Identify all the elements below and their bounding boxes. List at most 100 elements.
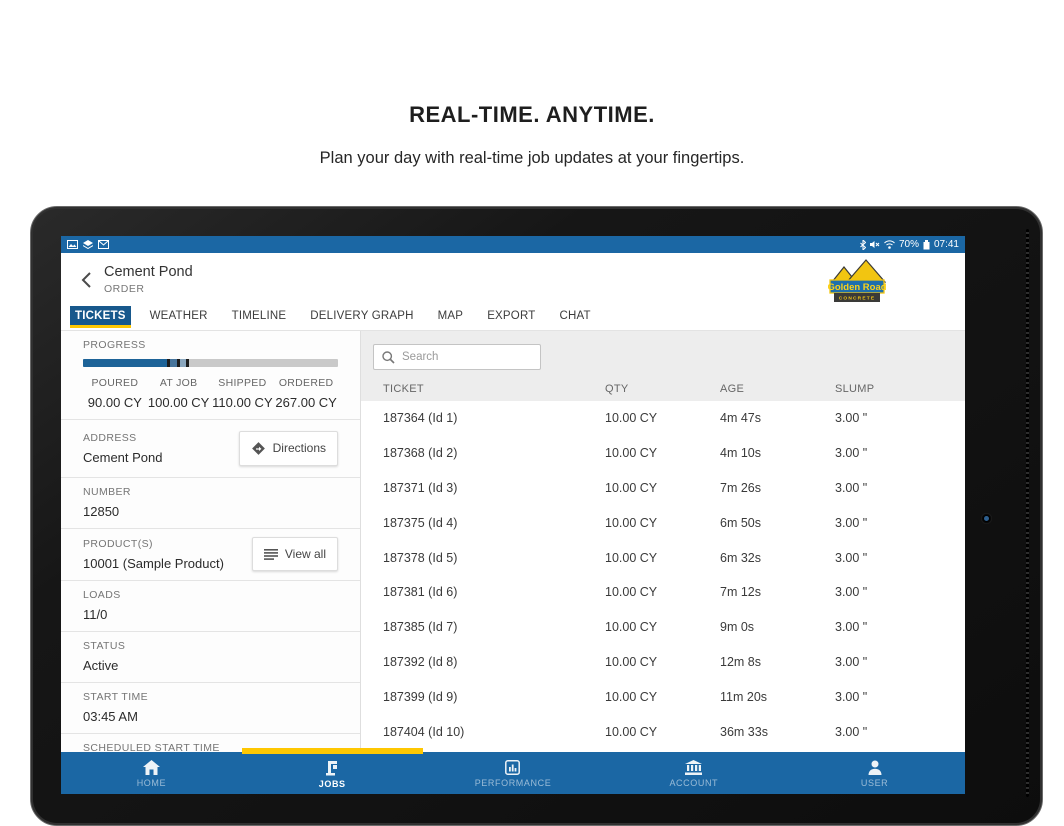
ticket-age: 11m 20s [720, 689, 768, 704]
ticket-slump: 3.00 " [835, 550, 868, 565]
col-header-slump: SLUMP [835, 382, 875, 395]
ticket-id: 187381 (Id 6) [383, 585, 458, 600]
start-time-section: START TIME 03:45 AM [61, 683, 360, 734]
nav-item-performance[interactable]: PERFORMANCE [423, 752, 604, 794]
progress-stat: POURED 90.00 CY [87, 377, 142, 410]
number-value: 12850 [83, 504, 120, 519]
app-screen: 70% 07:41 Cement Pond ORDER Golden Road … [61, 236, 965, 794]
progress-poured-segment [83, 359, 169, 367]
search-box[interactable] [373, 344, 541, 370]
progress-stat: AT JOB 100.00 CY [147, 377, 210, 410]
ticket-age: 7m 26s [720, 480, 761, 495]
ticket-age: 4m 47s [720, 411, 761, 426]
hero-subtitle: Plan your day with real-time job updates… [319, 149, 745, 167]
ticket-age: 6m 50s [720, 515, 761, 530]
col-header-qty: QTY [605, 382, 629, 395]
tab[interactable]: WEATHER [145, 306, 213, 328]
status-label: STATUS [83, 640, 126, 652]
tab[interactable]: TICKETS [70, 306, 131, 328]
ticket-age: 36m 33s [720, 724, 768, 739]
loads-section: LOADS 11/0 [61, 581, 360, 632]
ticket-row[interactable]: 187378 (Id 5) 10.00 CY 6m 32s 3.00 " [361, 540, 965, 575]
ticket-row[interactable]: 187368 (Id 2) 10.00 CY 4m 10s 3.00 " [361, 435, 965, 471]
ticket-age: 9m 0s [720, 620, 755, 635]
search-input[interactable] [402, 351, 512, 363]
ticket-row[interactable]: 187399 (Id 9) 10.00 CY 11m 20s 3.00 " [361, 679, 965, 715]
status-bar-right: 70% 07:41 [860, 239, 959, 250]
ticket-slump: 3.00 " [835, 411, 868, 426]
tablet-frame: 70% 07:41 Cement Pond ORDER Golden Road … [30, 206, 1043, 826]
products-label: PRODUCT(S) [83, 537, 153, 550]
ticket-id: 187399 (Id 9) [383, 689, 458, 704]
back-button[interactable] [75, 267, 97, 293]
tab[interactable]: EXPORT [482, 306, 540, 328]
order-title: Cement Pond [104, 264, 193, 280]
ticket-qty: 10.00 CY [605, 446, 658, 461]
ticket-qty: 10.00 CY [605, 411, 658, 426]
ticket-id: 187368 (Id 2) [383, 446, 458, 461]
ticket-row[interactable]: 187364 (Id 1) 10.00 CY 4m 47s 3.00 " [361, 401, 965, 436]
ticket-id: 187375 (Id 4) [383, 515, 458, 530]
ticket-row[interactable]: 187392 (Id 8) 10.00 CY 12m 8s 3.00 " [361, 644, 965, 680]
content-area: PROGRESS POURED 90.00 CY AT JOB 100.00 C… [61, 330, 965, 752]
status-section: STATUS Active [61, 632, 360, 683]
ticket-slump: 3.00 " [835, 585, 868, 600]
app-header: Cement Pond ORDER Golden Road CONCRETE [61, 253, 965, 306]
bank-icon [685, 760, 703, 775]
tablet-camera [981, 513, 992, 524]
products-section: PRODUCT(S) 10001 (Sample Product) View a… [61, 529, 360, 581]
directions-button[interactable]: Directions [238, 430, 338, 466]
ticket-id: 187392 (Id 8) [383, 654, 458, 669]
ticket-slump: 3.00 " [835, 654, 868, 669]
ticket-slump: 3.00 " [835, 724, 868, 739]
ticket-row[interactable]: 187371 (Id 3) 10.00 CY 7m 26s 3.00 " [361, 470, 965, 506]
ticket-slump: 3.00 " [835, 689, 868, 704]
tickets-toolbar [361, 331, 965, 376]
loads-value: 11/0 [83, 607, 108, 622]
order-details-panel: PROGRESS POURED 90.00 CY AT JOB 100.00 C… [61, 331, 361, 752]
tab[interactable]: TIMELINE [227, 306, 292, 328]
ticket-row[interactable]: 187385 (Id 7) 10.00 CY 9m 0s 3.00 " [361, 609, 965, 645]
nav-item-user[interactable]: USER [784, 752, 965, 794]
status-bar-left [67, 240, 109, 249]
ticket-qty: 10.00 CY [605, 654, 658, 669]
start-time-value: 03:45 AM [83, 709, 138, 724]
nav-item-jobs[interactable]: JOBS [241, 748, 423, 794]
progress-stats: POURED 90.00 CY AT JOB 100.00 CY SHIPPED… [83, 377, 338, 410]
wifi-icon [884, 240, 895, 249]
ticket-age: 4m 10s [720, 446, 761, 461]
ticket-id: 187378 (Id 5) [383, 550, 458, 565]
nav-item-home[interactable]: HOME [61, 752, 242, 794]
tab[interactable]: DELIVERY GRAPH [305, 306, 418, 328]
ticket-row[interactable]: 187375 (Id 4) 10.00 CY 6m 50s 3.00 " [361, 505, 965, 541]
ticket-qty: 10.00 CY [605, 550, 658, 565]
address-section: ADDRESS Cement Pond Directions [61, 420, 360, 478]
bluetooth-icon [860, 239, 866, 250]
svg-text:CONCRETE: CONCRETE [839, 296, 876, 302]
ticket-row[interactable]: 187381 (Id 6) 10.00 CY 7m 12s 3.00 " [361, 574, 965, 610]
ticket-qty: 10.00 CY [605, 620, 658, 635]
ticket-age: 6m 32s [720, 550, 761, 565]
tab[interactable]: CHAT [554, 306, 595, 328]
view-all-button[interactable]: View all [251, 537, 338, 571]
hero-title: REAL-TIME. ANYTIME. [409, 102, 655, 127]
progress-tick-shipped [186, 359, 190, 367]
tickets-panel: TICKET QTY AGE SLUMP 187364 (Id 1) 10.00… [361, 331, 965, 752]
tab[interactable]: MAP [433, 306, 469, 328]
golden-road-logo: Golden Road CONCRETE [827, 258, 887, 308]
nav-item-account[interactable]: ACCOUNT [603, 752, 784, 794]
jobs-signpost-icon [326, 760, 338, 775]
ticket-slump: 3.00 " [835, 620, 868, 635]
home-icon [142, 760, 160, 775]
svg-text:Golden Road: Golden Road [828, 282, 886, 293]
order-title-block: Cement Pond ORDER [104, 264, 193, 295]
ticket-row[interactable]: 187404 (Id 10) 10.00 CY 36m 33s 3.00 " [361, 714, 965, 749]
number-label: NUMBER [83, 486, 131, 498]
search-icon [382, 350, 395, 364]
col-header-age: AGE [720, 382, 745, 395]
loads-label: LOADS [83, 589, 121, 601]
screenshot-image-icon [67, 240, 78, 249]
ticket-age: 7m 12s [720, 585, 761, 600]
layers-icon [83, 240, 93, 249]
ticket-age: 12m 8s [720, 654, 761, 669]
